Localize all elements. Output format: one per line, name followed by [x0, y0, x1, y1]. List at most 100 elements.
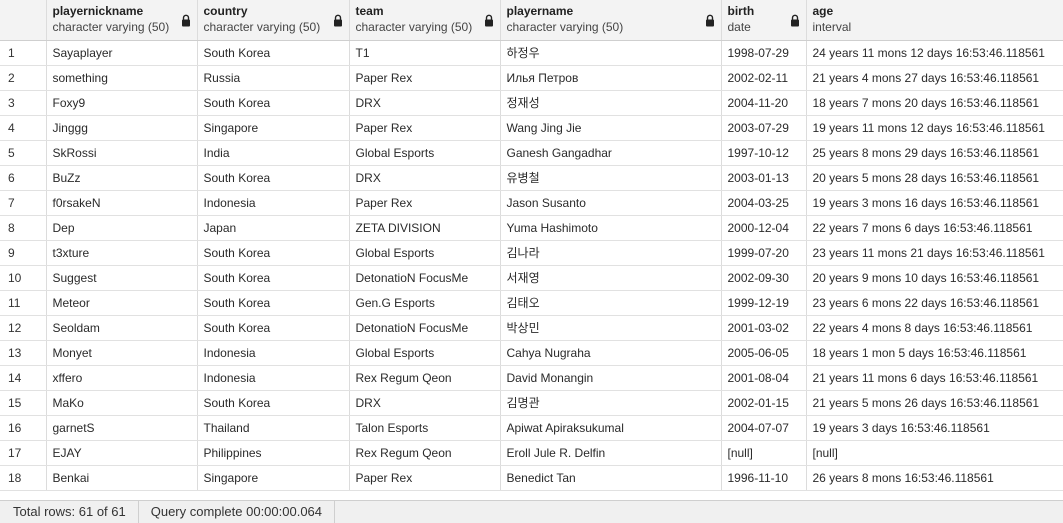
column-header-playername[interactable]: playername character varying (50) [500, 0, 722, 41]
cell-birth[interactable]: 2001-03-02 [721, 315, 807, 341]
cell-country[interactable]: Indonesia [197, 340, 350, 366]
cell-birth[interactable]: 2002-09-30 [721, 265, 807, 291]
cell-playernickname[interactable]: Foxy9 [46, 90, 198, 116]
table-row[interactable]: 5 SkRossi India Global Esports Ganesh Gangad… [0, 140, 1063, 166]
table-row[interactable]: 13 Monyet Indonesia Global Esports Cahya Nug… [0, 340, 1063, 366]
cell-birth[interactable]: 2002-02-11 [721, 65, 807, 91]
cell-playername[interactable]: 정재성 [500, 90, 722, 116]
cell-birth[interactable]: 2001-08-04 [721, 365, 807, 391]
cell-birth[interactable]: 2004-03-25 [721, 190, 807, 216]
row-number-cell[interactable]: 8 [0, 215, 47, 241]
cell-country[interactable]: Thailand [197, 415, 350, 441]
table-row[interactable]: 6 BuZz South Korea DRX 유병철 2003-01-13 20 years… [0, 165, 1063, 191]
cell-age[interactable]: 22 years 4 mons 8 days 16:53:46.118561 [806, 315, 1063, 341]
row-number-cell[interactable]: 14 [0, 365, 47, 391]
cell-playernickname[interactable]: something [46, 65, 198, 91]
table-row[interactable]: 8 Dep Japan ZETA DIVISION Yuma Hashimoto 2000… [0, 215, 1063, 241]
cell-birth[interactable]: 2004-11-20 [721, 90, 807, 116]
table-row[interactable]: 16 garnetS Thailand Talon Esports Apiwat Api… [0, 415, 1063, 441]
row-number-cell[interactable]: 15 [0, 390, 47, 416]
cell-playernickname[interactable]: t3xture [46, 240, 198, 266]
cell-birth[interactable]: 2002-01-15 [721, 390, 807, 416]
cell-playername[interactable]: 유병철 [500, 165, 722, 191]
cell-team[interactable]: DRX [349, 390, 501, 416]
cell-age[interactable]: 21 years 11 mons 6 days 16:53:46.118561 [806, 365, 1063, 391]
cell-playername[interactable]: 박상민 [500, 315, 722, 341]
cell-age[interactable]: 26 years 8 mons 16:53:46.118561 [806, 465, 1063, 491]
cell-country[interactable]: Indonesia [197, 190, 350, 216]
cell-age[interactable]: 19 years 3 days 16:53:46.118561 [806, 415, 1063, 441]
cell-team[interactable]: Paper Rex [349, 65, 501, 91]
cell-team[interactable]: Paper Rex [349, 465, 501, 491]
cell-age[interactable]: 21 years 5 mons 26 days 16:53:46.118561 [806, 390, 1063, 416]
table-row[interactable]: 11 Meteor South Korea Gen.G Esports 김태오 1999-… [0, 290, 1063, 316]
row-number-cell[interactable]: 3 [0, 90, 47, 116]
cell-team[interactable]: Paper Rex [349, 190, 501, 216]
table-row[interactable]: 4 Jinggg Singapore Paper Rex Wang Jing Jie 20… [0, 115, 1063, 141]
cell-playername[interactable]: Илья Петров [500, 65, 722, 91]
row-number-header[interactable] [0, 0, 47, 41]
cell-age[interactable]: 23 years 11 mons 21 days 16:53:46.118561 [806, 240, 1063, 266]
cell-playernickname[interactable]: Dep [46, 215, 198, 241]
cell-playernickname[interactable]: Monyet [46, 340, 198, 366]
row-number-cell[interactable]: 6 [0, 165, 47, 191]
row-number-cell[interactable]: 7 [0, 190, 47, 216]
cell-birth[interactable]: 2000-12-04 [721, 215, 807, 241]
table-row[interactable]: 1 Sayaplayer South Korea T1 하정우 1998-07-29 24 … [0, 40, 1063, 66]
data-output-grid[interactable]: playernickname character varying (50) co… [0, 0, 1063, 500]
cell-team[interactable]: Global Esports [349, 140, 501, 166]
cell-country[interactable]: Singapore [197, 465, 350, 491]
cell-team[interactable]: DetonatioN FocusMe [349, 265, 501, 291]
cell-playernickname[interactable]: garnetS [46, 415, 198, 441]
cell-team[interactable]: T1 [349, 40, 501, 66]
row-number-cell[interactable]: 5 [0, 140, 47, 166]
cell-playername[interactable]: Wang Jing Jie [500, 115, 722, 141]
column-header-team[interactable]: team character varying (50) [349, 0, 501, 41]
row-number-cell[interactable]: 4 [0, 115, 47, 141]
table-row[interactable]: 9 t3xture South Korea Global Esports 김나라 1999… [0, 240, 1063, 266]
cell-age[interactable]: 24 years 11 mons 12 days 16:53:46.118561 [806, 40, 1063, 66]
row-number-cell[interactable]: 9 [0, 240, 47, 266]
table-row[interactable]: 17 EJAY Philippines Rex Regum Qeon Eroll Jul… [0, 440, 1063, 466]
cell-playername[interactable]: Ganesh Gangadhar [500, 140, 722, 166]
cell-playername[interactable]: Yuma Hashimoto [500, 215, 722, 241]
row-number-cell[interactable]: 10 [0, 265, 47, 291]
cell-country[interactable]: Russia [197, 65, 350, 91]
cell-playername[interactable]: Cahya Nugraha [500, 340, 722, 366]
cell-team[interactable]: Paper Rex [349, 115, 501, 141]
cell-age[interactable]: 23 years 6 mons 22 days 16:53:46.118561 [806, 290, 1063, 316]
table-row[interactable]: 10 Suggest South Korea DetonatioN FocusMe 서재… [0, 265, 1063, 291]
cell-age[interactable]: [null] [806, 440, 1063, 466]
cell-playernickname[interactable]: f0rsakeN [46, 190, 198, 216]
row-number-cell[interactable]: 17 [0, 440, 47, 466]
cell-playernickname[interactable]: BuZz [46, 165, 198, 191]
table-row[interactable]: 2 something Russia Paper Rex Илья Петров 2002… [0, 65, 1063, 91]
cell-birth[interactable]: 1999-07-20 [721, 240, 807, 266]
cell-playername[interactable]: 김태오 [500, 290, 722, 316]
cell-team[interactable]: Rex Regum Qeon [349, 365, 501, 391]
cell-birth[interactable]: 2005-06-05 [721, 340, 807, 366]
cell-age[interactable]: 18 years 7 mons 20 days 16:53:46.118561 [806, 90, 1063, 116]
cell-playernickname[interactable]: SkRossi [46, 140, 198, 166]
cell-birth[interactable]: 1996-11-10 [721, 465, 807, 491]
row-number-cell[interactable]: 13 [0, 340, 47, 366]
cell-playername[interactable]: Apiwat Apiraksukumal [500, 415, 722, 441]
cell-playernickname[interactable]: Sayaplayer [46, 40, 198, 66]
cell-team[interactable]: Global Esports [349, 240, 501, 266]
cell-age[interactable]: 21 years 4 mons 27 days 16:53:46.118561 [806, 65, 1063, 91]
cell-team[interactable]: DRX [349, 90, 501, 116]
cell-country[interactable]: South Korea [197, 40, 350, 66]
cell-country[interactable]: India [197, 140, 350, 166]
cell-playernickname[interactable]: Meteor [46, 290, 198, 316]
cell-playername[interactable]: Benedict Tan [500, 465, 722, 491]
cell-team[interactable]: ZETA DIVISION [349, 215, 501, 241]
cell-country[interactable]: South Korea [197, 165, 350, 191]
cell-birth[interactable]: 1997-10-12 [721, 140, 807, 166]
cell-birth[interactable]: [null] [721, 440, 807, 466]
cell-playername[interactable]: 김명관 [500, 390, 722, 416]
cell-birth[interactable]: 1999-12-19 [721, 290, 807, 316]
cell-team[interactable]: Rex Regum Qeon [349, 440, 501, 466]
cell-country[interactable]: South Korea [197, 265, 350, 291]
cell-playernickname[interactable]: xffero [46, 365, 198, 391]
column-header-playernickname[interactable]: playernickname character varying (50) [46, 0, 198, 41]
